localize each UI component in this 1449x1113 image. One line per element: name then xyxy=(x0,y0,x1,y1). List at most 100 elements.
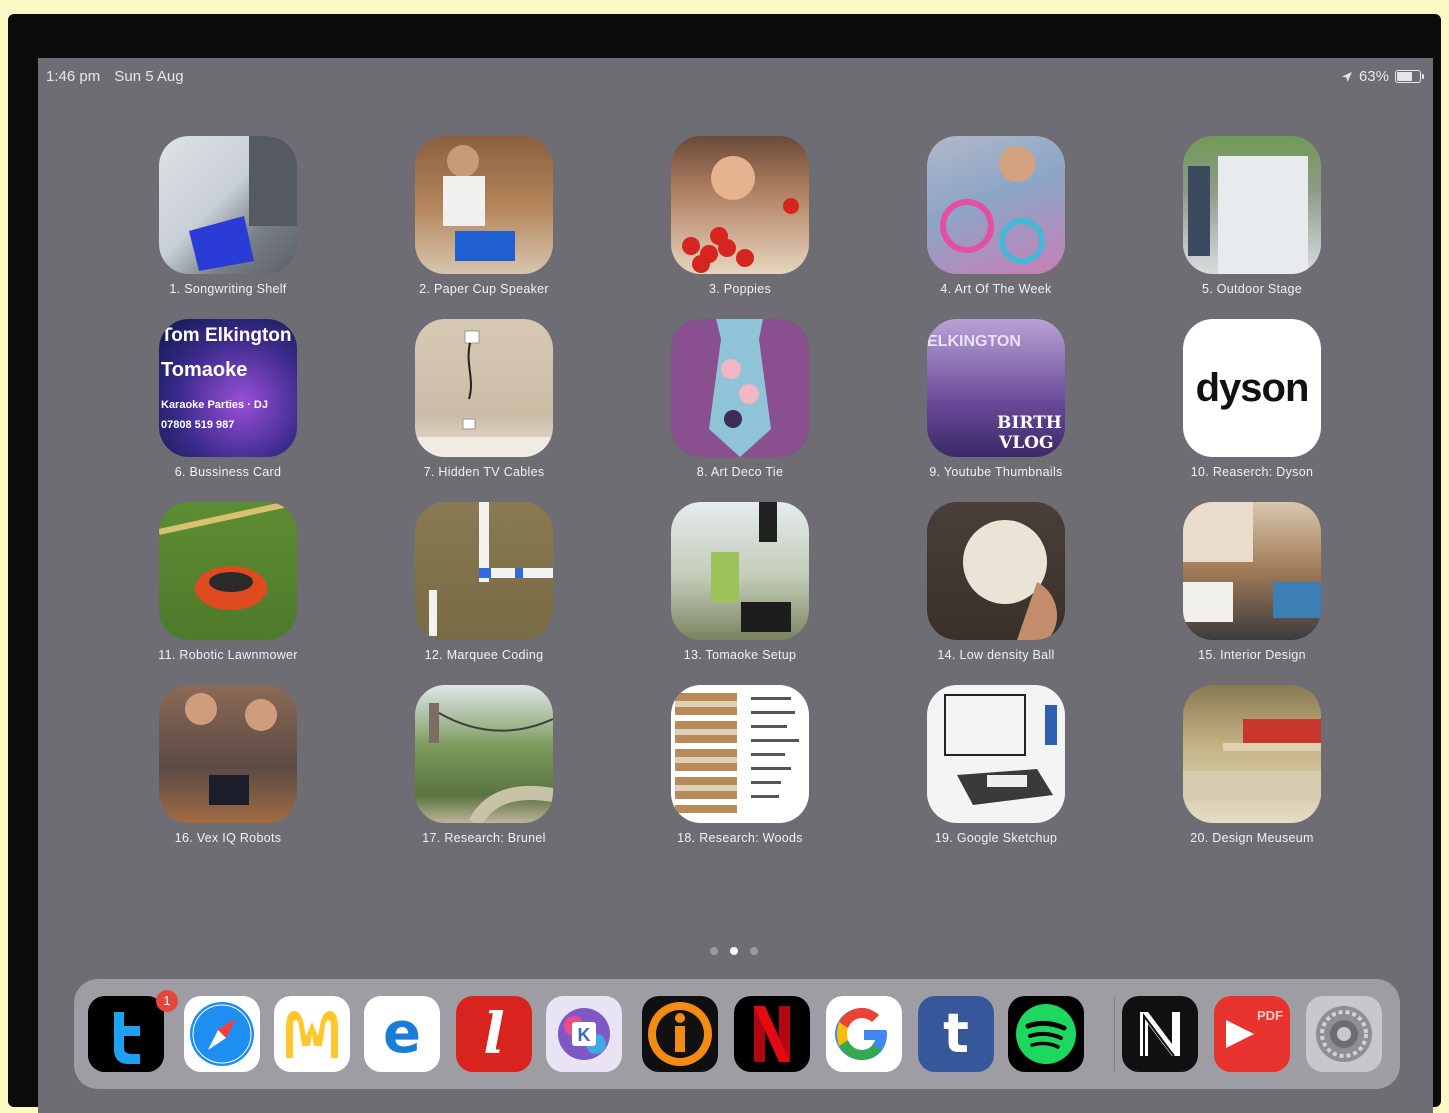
home-screen: 1:46 pm Sun 5 Aug 63% 1. Songwriting She… xyxy=(38,58,1433,1113)
hidden-tv-cables-photo-icon xyxy=(415,319,553,457)
app-label: 18. Research: Woods xyxy=(677,831,803,845)
app-label: 12. Marquee Coding xyxy=(424,648,544,662)
notification-badge: 1 xyxy=(156,990,178,1012)
incredibles-app[interactable] xyxy=(642,996,718,1072)
app-art-of-the-week[interactable]: 4. Art Of The Week xyxy=(868,136,1124,319)
app-label: 9. Youtube Thumbnails xyxy=(929,465,1063,479)
tumblr-t-icon: t xyxy=(943,1002,969,1065)
google-app[interactable] xyxy=(826,996,902,1072)
dyson-logo-icon: dyson xyxy=(1183,319,1321,457)
status-bar: 1:46 pm Sun 5 Aug 63% xyxy=(38,66,1433,88)
app-poppies[interactable]: 3. Poppies xyxy=(612,136,868,319)
app-grid: 1. Songwriting Shelf 2. Paper Cup Speake… xyxy=(100,136,1380,868)
incredibles-logo-icon xyxy=(648,1002,712,1066)
nespresso-n-icon xyxy=(1140,1012,1180,1057)
app-label: 15. Interior Design xyxy=(1198,648,1306,662)
thumbnail-birthday-text: BIRTH xyxy=(997,413,1062,433)
app-vex-iq-robots[interactable]: 16. Vex IQ Robots xyxy=(100,685,356,868)
vex-iq-robots-photo-icon xyxy=(159,685,297,823)
google-g-icon xyxy=(835,1008,887,1060)
app-label: 5. Outdoor Stage xyxy=(1201,282,1302,296)
app-songwriting-shelf[interactable]: 1. Songwriting Shelf xyxy=(100,136,356,319)
art-deco-tie-image-icon xyxy=(671,319,809,457)
app-label: 19. Google Sketchup xyxy=(934,831,1058,845)
app-outdoor-stage[interactable]: 5. Outdoor Stage xyxy=(1124,136,1380,319)
twitter-t-icon xyxy=(88,996,164,1072)
app-label: 3. Poppies xyxy=(708,282,772,296)
art-of-the-week-photo-icon xyxy=(927,136,1065,274)
app-hidden-tv-cables[interactable]: 7. Hidden TV Cables xyxy=(356,319,612,502)
app-low-density-ball[interactable]: 14. Low density Ball xyxy=(868,502,1124,685)
card-name-text: Tom Elkington xyxy=(161,325,292,346)
edge-e-icon: e xyxy=(383,1001,421,1066)
app-label: 16. Vex IQ Robots xyxy=(174,831,282,845)
robotic-lawnmower-photo-icon xyxy=(159,502,297,640)
poppies-photo-icon xyxy=(671,136,809,274)
thumbnail-vlog-text: VLOG xyxy=(999,433,1054,453)
dock-divider xyxy=(1114,997,1115,1071)
nespresso-app[interactable] xyxy=(1122,996,1198,1072)
krita-k-icon: K xyxy=(558,1008,610,1060)
svg-text:PDF: PDF xyxy=(1257,1008,1283,1023)
app-label: 11. Robotic Lawnmower xyxy=(158,648,298,662)
app-google-sketchup[interactable]: 19. Google Sketchup xyxy=(868,685,1124,868)
app-paper-cup-speaker[interactable]: 2. Paper Cup Speaker xyxy=(356,136,612,319)
thumbnail-name-text: ELKINGTON xyxy=(927,333,1021,350)
netflix-app[interactable] xyxy=(734,996,810,1072)
pdf-expert-app[interactable]: PDF xyxy=(1214,996,1290,1072)
songwriting-shelf-photo-icon xyxy=(159,136,297,274)
wood-layers-diagram-icon xyxy=(671,685,809,823)
spotify-app[interactable] xyxy=(1008,996,1084,1072)
status-time: 1:46 pm xyxy=(46,68,101,85)
marquee-coding-photo-icon xyxy=(415,502,553,640)
app-label: 14. Low density Ball xyxy=(937,648,1055,662)
edge-app[interactable]: e xyxy=(364,996,440,1072)
tumblr-app[interactable]: t xyxy=(918,996,994,1072)
netflix-n-icon xyxy=(754,1006,790,1062)
twitter-app[interactable]: 1 xyxy=(88,990,178,1072)
pdf-expert-icon: PDF xyxy=(1226,1008,1283,1048)
card-brand-text: Tomaoke xyxy=(161,359,248,381)
app-interior-design[interactable]: 15. Interior Design xyxy=(1124,502,1380,685)
app-label: 17. Research: Brunel xyxy=(422,831,546,845)
page-indicator[interactable] xyxy=(710,947,758,955)
app-label: 10. Reaserch: Dyson xyxy=(1190,465,1314,479)
battery-icon xyxy=(1395,70,1424,83)
device-bezel: 1:46 pm Sun 5 Aug 63% 1. Songwriting She… xyxy=(8,14,1441,1113)
app-label: 13. Tomaoke Setup xyxy=(683,648,797,662)
page-dot[interactable] xyxy=(710,947,718,955)
app-research-brunel[interactable]: 17. Research: Brunel xyxy=(356,685,612,868)
paper-cup-speaker-photo-icon xyxy=(415,136,553,274)
scribble-app[interactable]: l xyxy=(456,996,532,1072)
app-label: 20. Design Meuseum xyxy=(1190,831,1314,845)
battery-percentage: 63% xyxy=(1358,68,1389,85)
page-dot-active[interactable] xyxy=(730,947,738,955)
app-marquee-coding[interactable]: 12. Marquee Coding xyxy=(356,502,612,685)
card-phone-text: 07808 519 987 xyxy=(161,419,235,431)
app-label: 2. Paper Cup Speaker xyxy=(419,282,549,296)
settings-app[interactable] xyxy=(1306,996,1382,1072)
app-research-woods[interactable]: 18. Research: Woods xyxy=(612,685,868,868)
app-youtube-thumbnails[interactable]: ELKINGTON BIRTH VLOG 9. Youtube Thumbnai… xyxy=(868,319,1124,502)
app-design-museum[interactable]: 20. Design Meuseum xyxy=(1124,685,1380,868)
low-density-ball-photo-icon xyxy=(927,502,1065,640)
krita-app[interactable]: K xyxy=(546,996,622,1072)
safari-app[interactable] xyxy=(184,996,260,1072)
app-tomaoke-setup[interactable]: 13. Tomaoke Setup xyxy=(612,502,868,685)
svg-text:K: K xyxy=(578,1025,591,1045)
tomaoke-setup-photo-icon xyxy=(671,502,809,640)
app-robotic-lawnmower[interactable]: 11. Robotic Lawnmower xyxy=(100,502,356,685)
app-business-card[interactable]: Tom Elkington Tomaoke Karaoke Parties · … xyxy=(100,319,356,502)
card-services-text: Karaoke Parties · DJ xyxy=(161,399,268,411)
mcdonalds-app[interactable] xyxy=(274,996,350,1072)
app-research-dyson[interactable]: dyson 10. Reaserch: Dyson xyxy=(1124,319,1380,502)
page-dot[interactable] xyxy=(750,947,758,955)
business-card-image-icon: Tom Elkington Tomaoke Karaoke Parties · … xyxy=(159,319,297,457)
status-date: Sun 5 Aug xyxy=(114,68,184,85)
sketchup-render-image-icon xyxy=(927,685,1065,823)
outdoor-stage-photo-icon xyxy=(1183,136,1321,274)
settings-gear-icon xyxy=(1316,1006,1372,1062)
interior-design-photo-icon xyxy=(1183,502,1321,640)
app-art-deco-tie[interactable]: 8. Art Deco Tie xyxy=(612,319,868,502)
app-label: 1. Songwriting Shelf xyxy=(169,282,287,296)
